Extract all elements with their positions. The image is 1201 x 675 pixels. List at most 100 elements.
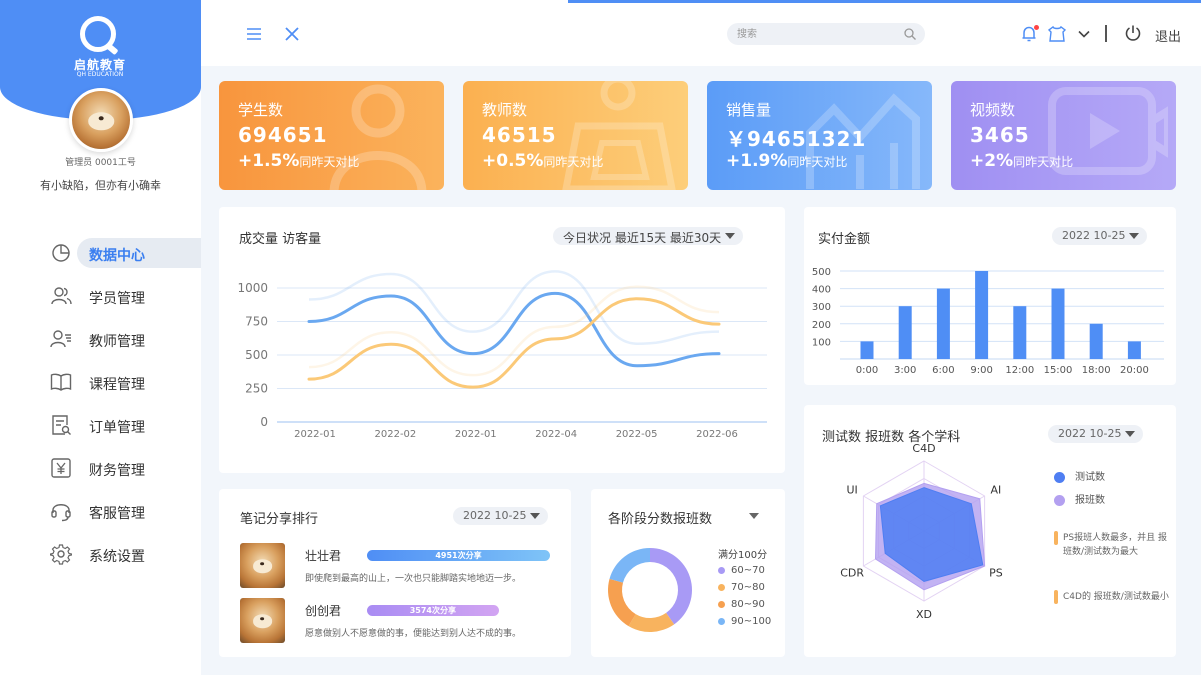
x-tick-label: 0:00 bbox=[856, 365, 878, 376]
stat-label: 学生数 bbox=[238, 101, 284, 119]
bar bbox=[975, 271, 989, 359]
stat-change: +0.5% bbox=[482, 151, 544, 171]
x-tick-label: 6:00 bbox=[932, 365, 954, 376]
radar-axis-label: PS bbox=[989, 567, 1003, 580]
search-icon[interactable] bbox=[903, 27, 917, 41]
search-box[interactable] bbox=[727, 23, 925, 45]
divider bbox=[1105, 25, 1107, 42]
x-tick-label: 18:00 bbox=[1082, 365, 1111, 376]
video-icon bbox=[1048, 87, 1168, 175]
sidebar: 启航教育 QH EDUCATION 管理员 0001工号 有小缺陷，但亦有小确幸… bbox=[0, 0, 201, 675]
stat-value: 46515 bbox=[482, 123, 557, 147]
y-tick-label: 1000 bbox=[237, 281, 268, 295]
theme-icon[interactable] bbox=[1047, 25, 1067, 43]
menu-icon[interactable] bbox=[246, 26, 262, 42]
bar bbox=[898, 306, 912, 359]
y-tick-label: 400 bbox=[812, 285, 831, 296]
power-icon[interactable] bbox=[1124, 24, 1142, 42]
x-tick-label: 20:00 bbox=[1120, 365, 1149, 376]
sidebar-item-teachers[interactable]: 教师管理 bbox=[48, 324, 201, 354]
x-tick-label: 2022-02 bbox=[375, 429, 417, 440]
x-tick-label: 2022-05 bbox=[616, 429, 658, 440]
sidebar-item-settings[interactable]: 系统设置 bbox=[48, 539, 201, 569]
bar bbox=[1013, 306, 1027, 359]
stat-value: ￥94651321 bbox=[726, 127, 867, 151]
stat-value: 694651 bbox=[238, 123, 328, 147]
bar-chart: 100 200 300 400 500 0:00 3:00 6:00 9:00 12:00 15:0… bbox=[812, 267, 1164, 376]
chevron-down-icon[interactable] bbox=[1077, 27, 1091, 41]
logout-button[interactable]: 退出 bbox=[1155, 26, 1181, 45]
user-role: 管理员 0001工号 bbox=[65, 158, 136, 168]
bar bbox=[1051, 288, 1065, 359]
x-tick-label: 2022-01 bbox=[294, 429, 336, 440]
stat-label: 销售量 bbox=[726, 101, 772, 119]
x-tick-label: 2022-04 bbox=[535, 429, 577, 440]
stat-change: +2% bbox=[970, 151, 1014, 171]
sidebar-item-label: 课程管理 bbox=[89, 377, 145, 393]
donut-slice bbox=[608, 578, 636, 627]
stat-card-teachers[interactable]: 教师数 46515 +0.5%同昨天对比 bbox=[463, 81, 688, 190]
x-tick-label: 12:00 bbox=[1005, 365, 1034, 376]
legend-item: 80~90 bbox=[718, 599, 765, 610]
series-shadow-line bbox=[308, 270, 720, 345]
radar-chart-card: 测试数 报班数 各个学科 2022 10-25 C4D AI PS XD CDR UI 测… bbox=[804, 405, 1176, 657]
legend-item: 90~100 bbox=[718, 616, 771, 627]
sidebar-item-label: 财务管理 bbox=[89, 463, 145, 479]
stat-card-students[interactable]: 学生数 694651 +1.5%同昨天对比 bbox=[219, 81, 444, 190]
sidebar-item-data-center[interactable]: 数据中心 bbox=[48, 238, 201, 268]
gear-icon bbox=[50, 544, 72, 565]
stat-card-videos[interactable]: 视频数 3465 +2%同昨天对比 bbox=[951, 81, 1176, 190]
stat-change: +1.9% bbox=[726, 151, 788, 171]
radar-axis-label: XD bbox=[916, 608, 932, 621]
sidebar-item-label: 数据中心 bbox=[89, 248, 145, 264]
y-tick-label: 200 bbox=[812, 320, 831, 331]
list-item[interactable]: 创创君 3574次分享 愿意做别人不愿意做的事，便能达到别人达不成的事。 bbox=[240, 598, 560, 643]
note-marker bbox=[1054, 590, 1058, 604]
donut-chart-card: 各阶段分数报班数 满分100分 60~70 70~80 80~90 90~100 bbox=[591, 489, 785, 657]
donut-slice bbox=[628, 612, 675, 632]
close-icon[interactable] bbox=[284, 26, 300, 42]
notes-title: 笔记分享排行 bbox=[240, 512, 319, 527]
user-motto: 有小缺陷，但亦有小确幸 bbox=[40, 179, 161, 192]
date-picker[interactable]: 2022 10-25 bbox=[453, 507, 549, 525]
bar bbox=[1089, 323, 1103, 359]
sidebar-item-courses[interactable]: 课程管理 bbox=[48, 367, 201, 397]
x-tick-label: 2022-01 bbox=[455, 429, 497, 440]
radar-axis-label: AI bbox=[990, 484, 1001, 497]
y-tick-label: 750 bbox=[245, 315, 268, 329]
donut-slice bbox=[650, 548, 692, 625]
sidebar-item-finance[interactable]: 财务管理 bbox=[48, 453, 201, 483]
author-name: 创创君 bbox=[305, 604, 342, 618]
list-item[interactable]: 壮壮君 4951次分享 即使爬到最高的山上，一次也只能脚踏实地地迈一步。 bbox=[240, 543, 560, 588]
y-tick-label: 250 bbox=[245, 382, 268, 396]
stat-card-sales[interactable]: 销售量 ￥94651321 +1.9%同昨天对比 bbox=[707, 81, 932, 190]
stat-compare: 同昨天对比 bbox=[299, 155, 360, 169]
y-tick-label: 0 bbox=[260, 415, 268, 429]
yuan-icon bbox=[51, 458, 71, 478]
insight-note: PS报班人数最多，并且 报班数/测试数为最大 bbox=[1063, 533, 1168, 557]
user-icon bbox=[329, 84, 427, 190]
y-tick-label: 500 bbox=[812, 267, 831, 278]
headset-icon bbox=[51, 504, 71, 522]
avatar[interactable] bbox=[69, 88, 133, 152]
bar bbox=[1127, 341, 1141, 359]
author-name: 壮壮君 bbox=[305, 549, 342, 563]
note-quote: 愿意做别人不愿意做的事，便能达到别人达不成的事。 bbox=[305, 629, 522, 639]
x-tick-label: 2022-06 bbox=[696, 429, 738, 440]
full-score-label: 满分100分 bbox=[718, 550, 768, 561]
bar bbox=[936, 288, 950, 359]
y-tick-label: 300 bbox=[812, 302, 831, 313]
x-tick-label: 3:00 bbox=[894, 365, 916, 376]
sidebar-item-label: 订单管理 bbox=[89, 420, 145, 436]
x-tick-label: 15:00 bbox=[1044, 365, 1073, 376]
sidebar-item-orders[interactable]: 订单管理 bbox=[48, 410, 201, 440]
search-input[interactable] bbox=[737, 25, 897, 43]
line-chart-card: 成交量 访客量 今日状况 最近15天 最近30天 0 250 500 750 1000 2… bbox=[219, 207, 785, 473]
radar-axis-label: CDR bbox=[840, 567, 864, 580]
teacher-icon bbox=[562, 81, 676, 190]
sidebar-item-customer-service[interactable]: 客服管理 bbox=[48, 496, 201, 526]
book-icon bbox=[50, 373, 72, 391]
note-quote: 即使爬到最高的山上，一次也只能脚踏实地地迈一步。 bbox=[305, 574, 522, 584]
sidebar-item-students[interactable]: 学员管理 bbox=[48, 281, 201, 311]
avatar bbox=[240, 598, 285, 643]
